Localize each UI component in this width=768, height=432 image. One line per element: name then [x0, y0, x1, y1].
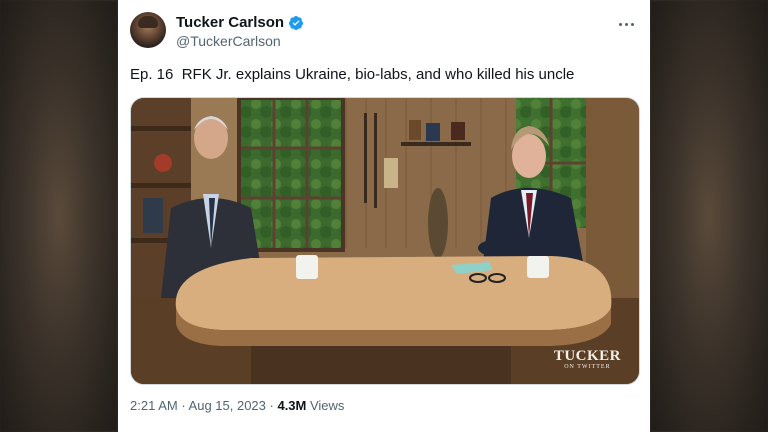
tweet-header: Tucker Carlson @TuckerCarlson: [130, 12, 638, 54]
background-blur-right: [650, 0, 768, 432]
tweet-meta: 2:21 AM · Aug 15, 2023 · 4.3M Views: [130, 398, 344, 413]
tweet-text: Ep. 16 RFK Jr. explains Ukraine, bio-lab…: [130, 66, 575, 83]
verified-badge-icon: [288, 15, 304, 31]
user-handle[interactable]: @TuckerCarlson: [176, 33, 281, 49]
tweet-media-video[interactable]: TUCKER ON TWITTER: [130, 97, 640, 385]
avatar[interactable]: [130, 12, 166, 48]
views-count: 4.3M: [277, 398, 307, 413]
watermark-title: TUCKER: [553, 348, 621, 364]
more-options-icon[interactable]: [614, 14, 638, 34]
tucker-watermark-logo: TUCKER ON TWITTER: [554, 348, 621, 370]
tweet-date[interactable]: Aug 15, 2023: [189, 398, 266, 413]
display-name[interactable]: Tucker Carlson: [176, 14, 284, 31]
tweet-card[interactable]: Tucker Carlson @TuckerCarlson Ep. 16 RFK…: [118, 0, 650, 432]
tweet-time[interactable]: 2:21 AM: [130, 398, 178, 413]
background-blur-left: [0, 0, 118, 432]
meta-separator: ·: [177, 398, 189, 413]
views-label: Views: [306, 398, 345, 413]
name-row: Tucker Carlson: [176, 14, 304, 31]
meta-separator-2: ·: [265, 398, 278, 413]
video-frame-illustration: [131, 98, 639, 384]
